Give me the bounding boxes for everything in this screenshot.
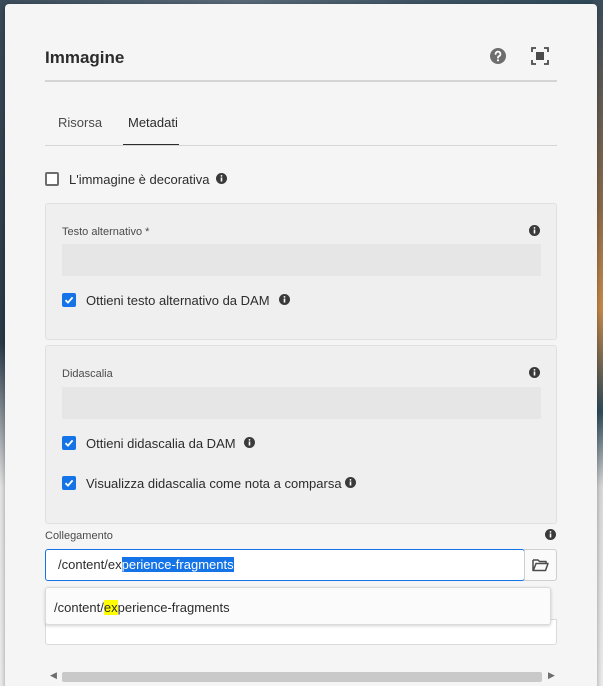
decorative-info-icon[interactable] xyxy=(216,173,227,184)
tab-metadati[interactable]: Metadati xyxy=(128,115,178,130)
link-label: Collegamento xyxy=(45,530,113,542)
alt-from-dam-info-icon[interactable] xyxy=(279,294,290,305)
link-autocomplete-selection: perience-fragments xyxy=(121,557,234,572)
help-icon[interactable] xyxy=(488,46,508,66)
suggestion-match-highlight: ex xyxy=(103,600,118,615)
caption-from-dam-info-icon[interactable] xyxy=(244,437,255,448)
caption-info-icon[interactable] xyxy=(529,367,540,378)
caption-popup-label: Visualizza didascalia come nota a compar… xyxy=(86,476,342,491)
tab-risorsa[interactable]: Risorsa xyxy=(58,115,102,130)
image-dialog: Immagine Risorsa Metadati L'immagine è d… xyxy=(5,4,597,686)
caption-panel: Didascalia Ottieni didascalia da DAM Vis… xyxy=(45,345,557,524)
horizontal-scrollbar[interactable]: ◀ ▶ xyxy=(50,670,555,684)
alt-text-panel: Testo alternativo * Ottieni testo altern… xyxy=(45,203,557,340)
scroll-left-arrow-icon[interactable]: ◀ xyxy=(50,670,57,681)
caption-popup-checkbox[interactable] xyxy=(62,476,76,490)
folder-icon xyxy=(532,559,549,572)
dialog-title: Immagine xyxy=(45,48,125,67)
alt-text-info-icon[interactable] xyxy=(529,225,540,236)
header-divider xyxy=(45,80,557,82)
caption-input[interactable] xyxy=(62,387,541,419)
scroll-right-arrow-icon[interactable]: ▶ xyxy=(548,670,555,681)
caption-popup-info-icon[interactable] xyxy=(345,477,356,488)
alt-text-input[interactable] xyxy=(62,244,541,276)
suggestion-prefix: /content/ xyxy=(54,600,104,615)
alt-from-dam-checkbox[interactable] xyxy=(62,293,76,307)
link-input[interactable]: /content/experience-fragments xyxy=(45,549,525,581)
scrollbar-thumb[interactable] xyxy=(62,672,542,682)
link-typed-text: /content/ex xyxy=(58,557,122,572)
autocomplete-suggestion[interactable]: /content/experience-fragments xyxy=(45,587,551,625)
alt-text-label: Testo alternativo * xyxy=(62,226,150,238)
tabs-divider xyxy=(45,145,557,146)
decorative-checkbox[interactable] xyxy=(45,172,59,186)
caption-from-dam-label: Ottieni didascalia da DAM xyxy=(86,436,236,451)
caption-from-dam-checkbox[interactable] xyxy=(62,436,76,450)
alt-from-dam-label: Ottieni testo alternativo da DAM xyxy=(86,293,270,308)
link-info-icon[interactable] xyxy=(545,529,556,540)
caption-label: Didascalia xyxy=(62,368,113,380)
browse-button[interactable] xyxy=(524,549,557,581)
fullscreen-icon[interactable] xyxy=(530,46,550,66)
decorative-label: L'immagine è decorativa xyxy=(69,172,210,187)
suggestion-suffix: perience-fragments xyxy=(117,600,230,615)
